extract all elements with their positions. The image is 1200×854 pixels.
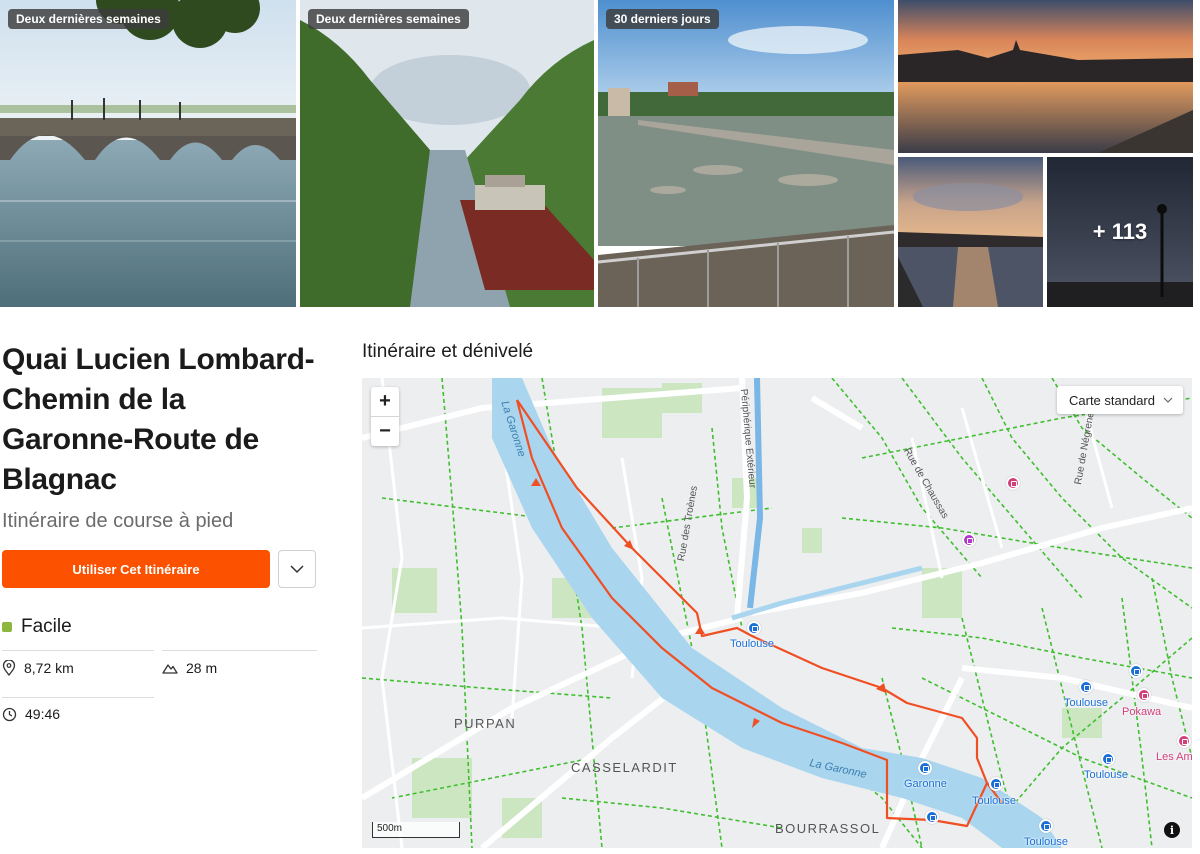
poi-icon[interactable] (1177, 734, 1191, 748)
mountain-elevation-icon (162, 664, 178, 674)
location-pin-icon (2, 660, 16, 676)
gallery-photo-1[interactable]: Deux dernières semaines (0, 0, 296, 307)
transit-station-icon[interactable] (747, 621, 761, 635)
map-scale-bar: 500m (372, 822, 460, 838)
distance-stat: 8,72 km (2, 660, 74, 676)
clock-icon (2, 707, 17, 721)
cta-row: Utiliser Cet Itinéraire (2, 550, 322, 588)
transit-station-icon[interactable] (989, 777, 1003, 791)
chevron-down-icon (290, 565, 304, 574)
district-label-bourrassol: BOURRASSOL (775, 821, 881, 836)
zoom-in-button[interactable]: + (371, 387, 399, 416)
restaurant-icon[interactable] (1137, 688, 1151, 702)
more-photos-count: + 113 (1092, 219, 1148, 244)
transit-label: Toulouse (1084, 769, 1129, 781)
metro-station-icon[interactable] (962, 533, 976, 547)
photo-date-badge: Deux dernières semaines (308, 9, 469, 29)
photo-date-badge: Deux dernières semaines (8, 9, 169, 29)
map-style-label: Carte standard (1069, 392, 1155, 408)
stats-divider (2, 697, 154, 698)
difficulty-dot-icon (2, 622, 12, 632)
difficulty-label: Facile (21, 616, 72, 637)
shop-icon[interactable] (1006, 476, 1020, 490)
stats-divider (2, 650, 154, 651)
transit-label: Toulouse (730, 638, 775, 650)
transit-label: Toulouse (1064, 697, 1109, 709)
zoom-out-button[interactable]: − (371, 417, 399, 446)
sunset-bridge-photo-image (898, 157, 1043, 307)
transit-station-icon[interactable] (1039, 819, 1053, 833)
duration-stat: 49:46 (2, 706, 60, 722)
canal-photo-image (300, 0, 594, 307)
duration-value: 49:46 (25, 706, 61, 722)
district-label-casselardit: CASSELARDIT (571, 760, 678, 775)
gallery-photo-3[interactable]: 30 derniers jours (598, 0, 894, 307)
transit-label: Garonne (904, 778, 947, 790)
map-style-select[interactable]: Carte standard (1057, 386, 1183, 414)
map-section-heading: Itinéraire et dénivelé (362, 341, 534, 362)
elevation-stat: 28 m (162, 660, 217, 676)
gallery-photo-5[interactable] (898, 157, 1043, 307)
district-label-purpan: PURPAN (454, 716, 517, 731)
poi-label-les-amer: Les Amer (1156, 751, 1192, 763)
elevation-value: 28 m (186, 660, 218, 676)
route-stats: 8,72 km 28 m 49:46 (2, 650, 317, 740)
route-type: Itinéraire de course à pied (2, 510, 234, 532)
gallery-photo-2[interactable]: Deux dernières semaines (300, 0, 594, 307)
route-title: Quai Lucien Lombard-Chemin de la Garonne… (2, 343, 315, 496)
zoom-controls: + − (371, 387, 399, 446)
gallery-photo-more[interactable]: + 113 (1047, 157, 1193, 307)
transit-station-icon[interactable] (918, 761, 932, 775)
map-canvas[interactable] (362, 378, 1192, 848)
more-options-button[interactable] (278, 550, 316, 588)
map-info-button[interactable]: i (1164, 822, 1180, 838)
transit-station-icon[interactable] (1129, 664, 1143, 678)
transit-label: Toulouse (972, 795, 1017, 807)
photo-gallery: Deux dernières semaines Deux dernières s… (0, 0, 1200, 307)
gallery-photo-4[interactable] (898, 0, 1193, 153)
use-route-button[interactable]: Utiliser Cet Itinéraire (2, 550, 270, 588)
transit-station-icon[interactable] (1079, 680, 1093, 694)
transit-station-icon[interactable] (1101, 752, 1115, 766)
chevron-down-icon (1163, 397, 1173, 403)
transit-station-icon[interactable] (925, 810, 939, 824)
poi-label-pokawa: Pokawa (1122, 706, 1162, 718)
weir-photo-image (598, 0, 894, 307)
stats-divider (162, 650, 317, 651)
difficulty-level: Facile (2, 616, 322, 638)
sunset-river-photo-image (898, 0, 1193, 153)
route-details: Quai Lucien Lombard-Chemin de la Garonne… (2, 340, 322, 740)
distance-value: 8,72 km (24, 660, 74, 676)
transit-label: Toulouse (1024, 836, 1069, 848)
route-map[interactable]: La Garonne La Garonne PURPAN CASSELARDIT… (362, 378, 1192, 848)
bridge-photo-image (0, 0, 296, 307)
photo-date-badge: 30 derniers jours (606, 9, 719, 29)
